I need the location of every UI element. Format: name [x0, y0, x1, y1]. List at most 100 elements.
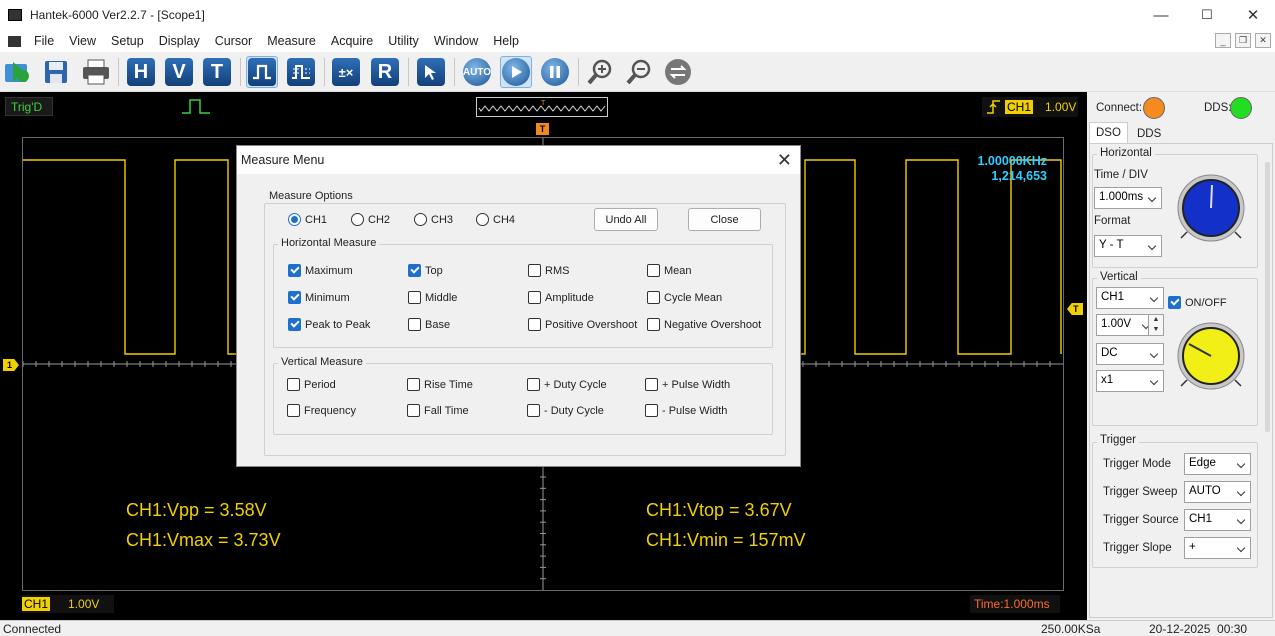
horizontal-button[interactable]: H [125, 56, 157, 88]
hmeasure-mean-checkbox[interactable]: Mean [647, 264, 692, 277]
trigger-button[interactable]: T [201, 56, 233, 88]
trigger-source-select[interactable]: CH1 [1184, 509, 1251, 531]
trigger-sweep-select[interactable]: AUTO [1184, 481, 1251, 503]
menu-file[interactable]: File [32, 34, 56, 48]
hmeasure-amplitude-checkbox[interactable]: Amplitude [528, 291, 594, 304]
status-bar: Connected 250.00KSa 20-12-2025 00:30 [0, 620, 1275, 636]
dds-label: DDS: [1204, 102, 1232, 114]
coupling-select[interactable]: DC [1096, 343, 1164, 365]
save-icon [45, 61, 67, 83]
toolbar: H V T ±× R AUTO [0, 52, 1275, 92]
menu-cursor[interactable]: Cursor [213, 34, 255, 48]
measure-vmin: CH1:Vmin = 157mV [646, 530, 806, 550]
vmeasure-rise-time-label: Rise Time [424, 378, 473, 391]
cursor-tool-button[interactable] [415, 56, 447, 88]
menu-measure[interactable]: Measure [265, 34, 318, 48]
mdi-minimize-button[interactable]: _ [1215, 33, 1231, 48]
vertical-measure-group [273, 363, 773, 435]
hmeasure-cycle-mean-checkbox[interactable]: Cycle Mean [647, 291, 722, 304]
print-button[interactable] [80, 56, 112, 88]
radio-ch3[interactable]: CH3 [414, 213, 453, 226]
time-div-select[interactable]: 1.000ms [1094, 187, 1162, 209]
stop-button[interactable] [539, 56, 571, 88]
volts-spin-buttons[interactable]: ▲ ▼ [1148, 314, 1164, 336]
format-select[interactable]: Y - T [1094, 235, 1162, 257]
title-bar: Hantek-6000 Ver2.2.7 - [Scope1] — ☐ ✕ [0, 0, 1275, 30]
vertical-title: Vertical [1097, 271, 1141, 283]
mdi-restore-button[interactable]: ❐ [1235, 33, 1251, 48]
reference-button[interactable]: R [369, 56, 401, 88]
trigger-slope-label: Trigger Slope [1103, 542, 1172, 554]
refresh-button[interactable] [662, 56, 694, 88]
vmeasure-fall-time-checkbox[interactable]: Fall Time [407, 404, 469, 417]
hmeasure-middle-checkbox[interactable]: Middle [408, 291, 457, 304]
tab-dso[interactable]: DSO [1089, 122, 1128, 144]
menu-display[interactable]: Display [157, 34, 202, 48]
auto-button[interactable]: AUTO [461, 56, 493, 88]
open-file-button[interactable] [2, 56, 34, 88]
undo-all-button[interactable]: Undo All [594, 208, 658, 231]
channel-select[interactable]: CH1 [1096, 287, 1164, 309]
tab-dds[interactable]: DDS [1131, 124, 1167, 144]
hmeasure-negative-overshoot-checkbox[interactable]: Negative Overshoot [647, 318, 761, 331]
hmeasure-rms-checkbox[interactable]: RMS [528, 264, 569, 277]
trigger-level: 1.00V [1045, 100, 1077, 114]
vmeasure-rise-time-checkbox[interactable]: Rise Time [407, 378, 473, 391]
zoom-out-button[interactable] [623, 56, 655, 88]
mdi-close-button[interactable]: ✕ [1255, 33, 1271, 48]
trigger-mode-select[interactable]: Edge [1184, 453, 1251, 475]
menu-setup[interactable]: Setup [109, 34, 146, 48]
radio-ch1[interactable]: CH1 [288, 213, 327, 226]
radio-ch2[interactable]: CH2 [351, 213, 390, 226]
menu-help[interactable]: Help [491, 34, 521, 48]
zoom-in-button[interactable] [584, 56, 616, 88]
measure-button[interactable] [246, 56, 278, 88]
format-label: Format [1094, 215, 1131, 227]
panel-scrollbar[interactable] [1265, 162, 1270, 432]
hmeasure-maximum-checkbox[interactable]: Maximum [288, 264, 353, 277]
save-button[interactable] [40, 56, 72, 88]
hmeasure-negative-overshoot-label: Negative Overshoot [664, 318, 762, 331]
close-window-button[interactable]: ✕ [1230, 0, 1275, 30]
close-button[interactable]: Close [688, 208, 761, 231]
vmeasure-duty-cycle-checkbox[interactable]: - Duty Cycle [527, 404, 604, 417]
hmeasure-peak-to-peak-checkbox[interactable]: Peak to Peak [288, 318, 370, 331]
cursor-measure-button[interactable] [285, 56, 317, 88]
run-button[interactable] [500, 56, 532, 88]
hmeasure-positive-overshoot-checkbox[interactable]: Positive Overshoot [528, 318, 637, 331]
memory-timeline[interactable]: T [476, 97, 608, 117]
vmeasure-frequency-checkbox[interactable]: Frequency [287, 404, 356, 417]
menu-window[interactable]: Window [432, 34, 480, 48]
vmeasure-pulse-width-checkbox[interactable]: - Pulse Width [645, 404, 727, 417]
dialog-close-icon[interactable]: ✕ [777, 150, 792, 171]
frequency-readout: 1.00000KHz 1,214,653 [978, 154, 1048, 184]
maximize-button[interactable]: ☐ [1184, 0, 1230, 30]
onoff-checkbox[interactable]: ON/OFF [1168, 296, 1227, 309]
menu-utility[interactable]: Utility [386, 34, 421, 48]
menu-acquire[interactable]: Acquire [329, 34, 375, 48]
time-knob[interactable] [1171, 170, 1251, 242]
vmeasure-duty-cycle-checkbox[interactable]: + Duty Cycle [527, 378, 607, 391]
ch1-volts-div: 1.00V [68, 597, 100, 611]
radio-ch4[interactable]: CH4 [476, 213, 515, 226]
vertical-button[interactable]: V [163, 56, 195, 88]
trigger-position-marker[interactable]: T [536, 123, 549, 135]
hmeasure-top-checkbox[interactable]: Top [408, 264, 443, 277]
probe-select[interactable]: x1 [1096, 370, 1164, 392]
trigger-slope-select[interactable]: + [1184, 537, 1251, 559]
zoom-out-icon [626, 59, 651, 85]
vmeasure-pulse-width-label: + Pulse Width [662, 378, 731, 391]
hmeasure-minimum-checkbox[interactable]: Minimum [288, 291, 350, 304]
vmeasure-pulse-width-checkbox[interactable]: + Pulse Width [645, 378, 730, 391]
math-button[interactable]: ±× [330, 56, 362, 88]
volts-stepper[interactable]: 1.00V [1096, 314, 1156, 336]
window-title: Hantek-6000 Ver2.2.7 - [Scope1] [30, 8, 205, 22]
hmeasure-base-checkbox[interactable]: Base [408, 318, 450, 331]
minimize-button[interactable]: — [1138, 0, 1184, 30]
vmeasure-period-checkbox[interactable]: Period [287, 378, 336, 391]
volts-knob[interactable] [1171, 316, 1251, 392]
mdi-doc-icon [8, 35, 21, 47]
dialog-title: Measure Menu [241, 153, 325, 167]
time-scale: Time:1.000ms [970, 595, 1060, 613]
menu-view[interactable]: View [67, 34, 98, 48]
